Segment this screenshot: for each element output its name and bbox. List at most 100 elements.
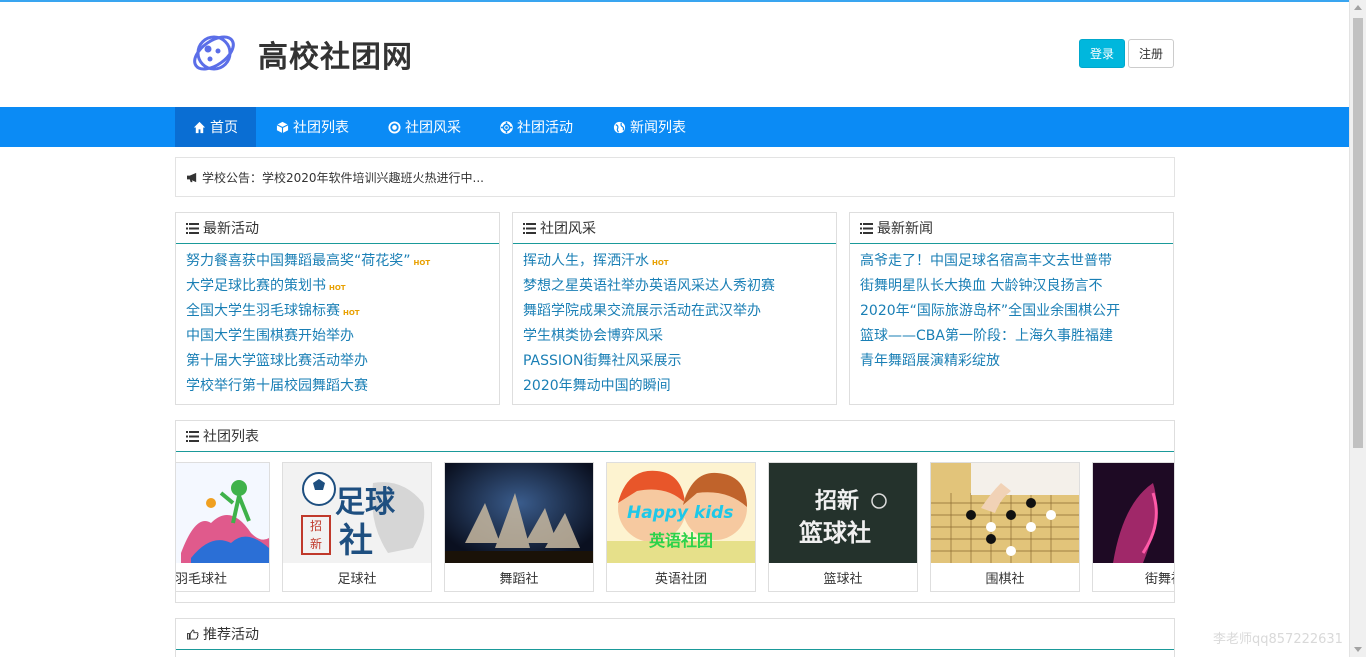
club-image: [176, 463, 269, 563]
club-name: 篮球社: [823, 572, 863, 587]
nav-news-list[interactable]: 新闻列表: [613, 107, 686, 147]
panel-heading: 社团风采: [513, 213, 836, 244]
style-link[interactable]: 梦想之星英语社举办英语风采达人秀初赛: [523, 274, 826, 299]
activity-link[interactable]: 中国大学生围棋赛开始举办: [186, 324, 489, 349]
hot-badge: HOT: [329, 283, 346, 292]
style-link[interactable]: 2020年舞动中国的瞬间: [523, 374, 826, 399]
club-name: 羽毛球社: [176, 572, 227, 587]
panel-heading: 最新新闻: [850, 213, 1173, 244]
club-card-dance[interactable]: 舞蹈社: [444, 462, 594, 592]
nav-label: 社团活动: [517, 120, 573, 136]
image-caption: 英语社团: [649, 531, 714, 550]
image-caption: 篮球社: [799, 519, 871, 547]
club-card-english[interactable]: Happy kids 英语社团 英语社团: [606, 462, 756, 592]
site-header: 高校社团网 登录 注册: [0, 2, 1349, 107]
list-icon: [186, 430, 199, 442]
site-logo-icon[interactable]: [189, 29, 239, 75]
school-notice[interactable]: 学校公告：学校2020年软件培训兴趣班火热进行中...: [175, 157, 1175, 197]
club-name: 围棋社: [985, 572, 1025, 587]
panel-title: 推荐活动: [203, 627, 259, 643]
activity-link[interactable]: 努力餐喜获中国舞蹈最高奖“荷花奖” HOT: [186, 249, 489, 274]
nav-club-list[interactable]: 社团列表: [276, 107, 349, 147]
nav-club-activities[interactable]: 社团活动: [500, 107, 573, 147]
panel-title: 社团风采: [540, 221, 596, 237]
style-title: 梦想之星英语社举办英语风采达人秀初赛: [523, 278, 775, 294]
club-image: Happy kids 英语社团: [607, 463, 755, 563]
style-title: 学生棋类协会博弈风采: [523, 328, 663, 344]
panel-heading: 推荐活动: [176, 619, 1174, 650]
latest-activities-panel: 最新活动 努力餐喜获中国舞蹈最高奖“荷花奖” HOT 大学足球比赛的策划书 HOT …: [175, 212, 500, 405]
news-title: 2020年“国际旅游岛杯”全国业余围棋公开: [860, 303, 1121, 319]
recruit-stamp: 招 新: [301, 515, 331, 555]
list-icon: [186, 222, 199, 234]
activity-title: 中国大学生围棋赛开始举办: [186, 328, 354, 344]
activity-link[interactable]: 学校举行第十届校园舞蹈大赛: [186, 374, 489, 399]
nav-club-style[interactable]: 社团风采: [388, 107, 461, 147]
list-icon: [523, 222, 536, 234]
nav-label: 社团列表: [293, 120, 349, 136]
club-card-football[interactable]: 足球 社 招 新 足球社: [282, 462, 432, 592]
hot-badge: HOT: [413, 258, 431, 267]
club-name: 足球社: [337, 572, 377, 587]
activity-link[interactable]: 大学足球比赛的策划书 HOT: [186, 274, 489, 299]
style-list: 挥动人生，挥洒汗水 HOT 梦想之星英语社举办英语风采达人秀初赛 舞蹈学院成果交流…: [513, 244, 836, 399]
scroll-up-icon[interactable]: [1354, 5, 1362, 10]
style-title: 2020年舞动中国的瞬间: [523, 378, 671, 394]
activity-title: 学校举行第十届校园舞蹈大赛: [186, 378, 368, 394]
main-nav: 首页 社团列表 社团风采 社团活动 新闻列表: [0, 107, 1349, 147]
news-title: 高爷走了！中国足球名宿高丰文去世普带: [860, 253, 1112, 269]
nav-home[interactable]: 首页: [175, 107, 256, 147]
club-name: 舞蹈社: [499, 572, 539, 587]
style-link[interactable]: 挥动人生，挥洒汗水 HOT: [523, 249, 826, 274]
club-image: 足球 社 招 新: [283, 463, 431, 563]
news-list: 高爷走了！中国足球名宿高丰文去世普带 街舞明星队长大换血 大龄钟汉良扬言不 20…: [850, 244, 1173, 374]
activity-link[interactable]: 全国大学生羽毛球锦标赛 HOT: [186, 299, 489, 324]
panel-title: 最新新闻: [877, 221, 933, 237]
nav-label: 首页: [210, 120, 238, 136]
club-card-go[interactable]: 围棋社: [930, 462, 1080, 592]
style-link[interactable]: 学生棋类协会博弈风采: [523, 324, 826, 349]
panel-title: 社团列表: [203, 429, 259, 445]
style-title: PASSION街舞社风采展示: [523, 353, 682, 369]
cube-icon: [276, 121, 289, 133]
stamp-char: 新: [309, 537, 322, 551]
style-link[interactable]: PASSION街舞社风采展示: [523, 349, 826, 374]
latest-news-panel: 最新新闻 高爷走了！中国足球名宿高丰文去世普带 街舞明星队长大换血 大龄钟汉良扬…: [849, 212, 1174, 405]
scrollbar-thumb[interactable]: [1353, 18, 1363, 448]
panel-heading: 社团列表: [176, 421, 1174, 452]
vertical-scrollbar[interactable]: [1349, 0, 1366, 657]
thumbs-up-icon: [187, 628, 199, 640]
scroll-down-icon[interactable]: [1354, 647, 1362, 652]
club-card-basketball[interactable]: 招新 篮球社 篮球社: [768, 462, 918, 592]
hot-badge: HOT: [343, 308, 360, 317]
club-carousel[interactable]: 羽毛球社 足球 社 招 新 足球社 舞蹈社 Happy kids 英语社团 英语…: [176, 462, 1174, 592]
club-card-badminton[interactable]: 羽毛球社: [176, 462, 270, 592]
activity-title: 第十届大学篮球比赛活动举办: [186, 353, 368, 369]
register-button[interactable]: 注册: [1128, 39, 1174, 68]
club-list-panel: 社团列表 羽毛球社 足球 社 招 新 足球社 舞蹈社 Happy kids 英语…: [175, 420, 1175, 603]
login-button[interactable]: 登录: [1079, 39, 1125, 68]
globe-icon: [613, 121, 626, 133]
style-link[interactable]: 舞蹈学院成果交流展示活动在武汉举办: [523, 299, 826, 324]
activity-title: 全国大学生羽毛球锦标赛: [186, 303, 340, 319]
news-title: 青年舞蹈展演精彩绽放: [860, 353, 1000, 369]
image-caption: 社: [339, 521, 373, 561]
style-title: 舞蹈学院成果交流展示活动在武汉举办: [523, 303, 761, 319]
club-card-hiphop[interactable]: 街舞社: [1092, 462, 1174, 592]
activity-link[interactable]: 第十届大学篮球比赛活动举办: [186, 349, 489, 374]
news-link[interactable]: 2020年“国际旅游岛杯”全国业余围棋公开: [860, 299, 1163, 324]
notice-text: 学校公告：学校2020年软件培训兴趣班火热进行中...: [202, 170, 484, 185]
news-link[interactable]: 街舞明星队长大换血 大龄钟汉良扬言不: [860, 274, 1163, 299]
news-link[interactable]: 高爷走了！中国足球名宿高丰文去世普带: [860, 249, 1163, 274]
image-caption: 招新: [815, 489, 860, 514]
nav-label: 新闻列表: [630, 120, 686, 136]
watermark-text: 李老师qq857222631: [1213, 632, 1343, 647]
site-title[interactable]: 高校社团网: [258, 32, 413, 76]
news-link[interactable]: 篮球——CBA第一阶段：上海久事胜福建: [860, 324, 1163, 349]
list-icon: [860, 222, 873, 234]
dot-circle-icon: [388, 120, 401, 134]
style-title: 挥动人生，挥洒汗水: [523, 253, 649, 269]
activity-title: 大学足球比赛的策划书: [186, 278, 326, 294]
club-name: 街舞社: [1145, 572, 1174, 587]
news-link[interactable]: 青年舞蹈展演精彩绽放: [860, 349, 1163, 374]
